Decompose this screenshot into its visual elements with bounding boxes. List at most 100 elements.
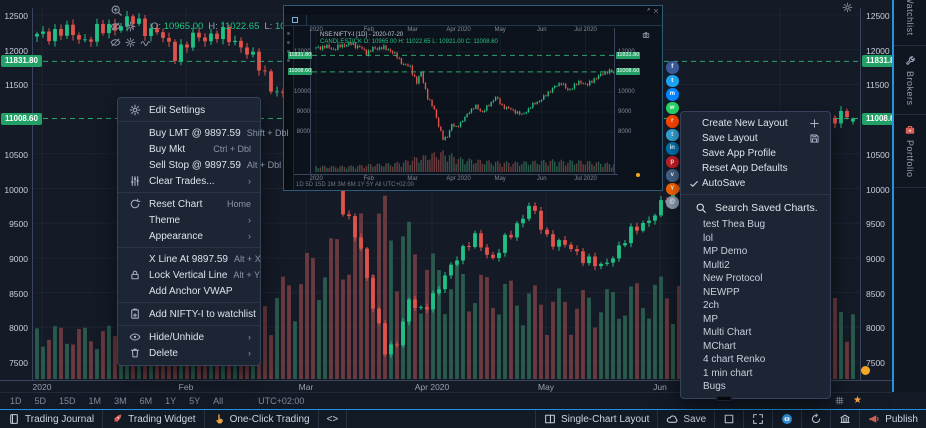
timeframe-3m[interactable]: 3M: [114, 396, 127, 406]
saved-chart-1-min-chart[interactable]: 1 min chart: [681, 367, 830, 381]
maximize-icon[interactable]: [644, 8, 650, 14]
share-vk-button[interactable]: v: [666, 169, 679, 182]
saved-chart-new-protocol[interactable]: New Protocol: [681, 272, 830, 286]
saved-chart-multi-chart[interactable]: Multi Chart: [681, 326, 830, 340]
menu-item-buy-lmt-9897-59[interactable]: Buy LMT @ 9897.59Shift + Dbl: [118, 125, 260, 141]
share-email-button[interactable]: @: [666, 196, 679, 209]
share-whatsapp-button[interactable]: w: [666, 102, 679, 115]
share-messenger-button[interactable]: m: [666, 88, 679, 101]
saved-chart-lol[interactable]: lol: [681, 232, 830, 246]
menu-item-appearance[interactable]: Appearance›: [118, 228, 260, 244]
saved-chart-4-chart-renko[interactable]: 4 chart Renko: [681, 353, 830, 367]
trading-journal-button[interactable]: Trading Journal: [0, 410, 103, 428]
menu-item-label: Save App Profile: [702, 148, 776, 159]
mini-price-badge: 11831.80: [616, 52, 640, 59]
saved-chart-test-thea-bug[interactable]: test Thea Bug: [681, 218, 830, 232]
menu-item-delete[interactable]: Delete›: [118, 345, 260, 361]
menu-item-add-anchor-vwap[interactable]: Add Anchor VWAP: [118, 283, 260, 299]
volume-settings-icon[interactable]: [125, 37, 136, 48]
price-tick: 7500: [866, 358, 892, 368]
bank-button[interactable]: [830, 410, 859, 428]
timeframe-1y[interactable]: 1Y: [165, 396, 176, 406]
menu-item-save-layout[interactable]: Save Layout: [681, 131, 830, 146]
timeframe-5d[interactable]: 5D: [35, 396, 47, 406]
save-button[interactable]: Save: [657, 410, 714, 428]
saved-chart-multi2[interactable]: Multi2: [681, 259, 830, 273]
hide-volume-icon[interactable]: [110, 37, 121, 48]
menu-item-sell-stop-9897-59[interactable]: Sell Stop @ 9897.59Alt + Dbl: [118, 157, 260, 173]
saved-chart-2ch[interactable]: 2ch: [681, 299, 830, 313]
timeframe-15d[interactable]: 15D: [59, 396, 76, 406]
sidebar-tab-brokers[interactable]: Brokers: [894, 46, 926, 116]
close-icon[interactable]: [653, 8, 659, 14]
star-icon[interactable]: ★: [853, 396, 862, 406]
mini-chart: NSE:NIFTY-I [1D] - 2020-07-20 CANDLESTIC…: [284, 26, 662, 190]
menu-item-theme[interactable]: Theme›: [118, 212, 260, 228]
chart-settings-icon[interactable]: [842, 2, 853, 13]
menu-item-autosave[interactable]: AutoSave: [681, 176, 830, 191]
price-tick: 12500: [866, 11, 892, 21]
share-linkedin-button[interactable]: in: [666, 142, 679, 155]
hide-series-icon[interactable]: [110, 21, 121, 32]
grid-icon[interactable]: [834, 395, 845, 406]
month-label: Jun: [653, 382, 667, 392]
timeframe-1d[interactable]: 1D: [10, 396, 22, 406]
timeframe-1m[interactable]: 1M: [89, 396, 102, 406]
timeframe-all[interactable]: All: [213, 396, 223, 406]
menu-item-create-new-layout[interactable]: Create New Layout: [681, 116, 830, 131]
share-reddit-button[interactable]: r: [666, 115, 679, 128]
mini-price-tick: 10000: [294, 89, 310, 95]
timeframe-6m[interactable]: 6M: [140, 396, 153, 406]
saved-chart-mchart[interactable]: MChart: [681, 340, 830, 354]
zoom-in-icon[interactable]: [110, 4, 123, 17]
timeframe-5y[interactable]: 5Y: [189, 396, 200, 406]
sidebar-tab-portfolio[interactable]: Portfolio: [894, 115, 926, 188]
toolbar-button[interactable]: <>: [319, 410, 348, 428]
mini-price-tick: 8000: [618, 129, 631, 135]
menu-item-edit-settings[interactable]: Edit Settings: [118, 102, 260, 118]
mini-month-label: May: [494, 176, 505, 182]
single-chart-layout-button[interactable]: Single-Chart Layout: [535, 410, 657, 428]
saved-chart-mp-demo[interactable]: MP Demo: [681, 245, 830, 259]
camera-icon[interactable]: [642, 31, 650, 39]
square-button[interactable]: [714, 410, 743, 428]
tab-icon: [292, 17, 298, 23]
menu-item-save-app-profile[interactable]: Save App Profile: [681, 146, 830, 161]
price-tick: 10500: [866, 150, 892, 160]
share-facebook-button[interactable]: f: [666, 61, 679, 74]
menu-item-hide-unhide[interactable]: Hide/Unhide›: [118, 329, 260, 345]
trading-widget-button[interactable]: Trading Widget: [103, 410, 204, 428]
price-tick: 9500: [0, 219, 28, 229]
price-tick: 8500: [866, 289, 892, 299]
price-tick: 8500: [0, 289, 28, 299]
saved-chart-newpp[interactable]: NEWPP: [681, 286, 830, 300]
menu-item-lock-vertical-line[interactable]: Lock Vertical LineAlt + Y: [118, 267, 260, 283]
menu-item-clear-trades[interactable]: Clear Trades...›: [118, 173, 260, 189]
expand-button[interactable]: [743, 410, 772, 428]
share-twitter-button[interactable]: t: [666, 75, 679, 88]
menu-item-x-line-at-9897-59[interactable]: X Line At 9897.59Alt + X: [118, 251, 260, 267]
share-hacker-news-button[interactable]: Y: [666, 183, 679, 196]
menu-item-add-nifty-i-to-watchlist[interactable]: Add NIFTY-I to watchlist: [118, 306, 260, 322]
saved-chart-bugs[interactable]: Bugs: [681, 380, 830, 394]
portfolio-icon: [904, 124, 916, 136]
bank-icon: [839, 413, 851, 425]
timezone-label[interactable]: UTC+02:00: [258, 396, 304, 406]
publish-button[interactable]: Publish: [859, 410, 926, 428]
search-saved-charts[interactable]: Search Saved Charts.: [681, 198, 830, 218]
sidebar-tab-watchlist[interactable]: Watchlist: [894, 0, 926, 46]
toolbar-button-label: Trading Widget: [128, 414, 195, 425]
trading-app: 1250012000115001050010000950090008500800…: [0, 0, 926, 428]
tab-share-chart[interactable]: [287, 15, 307, 25]
one-click-trading-button[interactable]: One-Click Trading: [205, 410, 319, 428]
share-telegram-button[interactable]: t: [666, 129, 679, 142]
menu-item-reset-chart[interactable]: Reset ChartHome: [118, 196, 260, 212]
series-settings-icon[interactable]: [125, 21, 136, 32]
menu-item-buy-mkt[interactable]: Buy MktCtrl + Dbl: [118, 141, 260, 157]
saved-chart-mp[interactable]: MP: [681, 313, 830, 327]
sync-button[interactable]: [801, 410, 830, 428]
cameracircle-button[interactable]: [772, 410, 801, 428]
share-pinterest-button[interactable]: p: [666, 156, 679, 169]
mini-month-label: May: [494, 27, 505, 33]
menu-item-reset-app-defaults[interactable]: Reset App Defaults: [681, 161, 830, 176]
